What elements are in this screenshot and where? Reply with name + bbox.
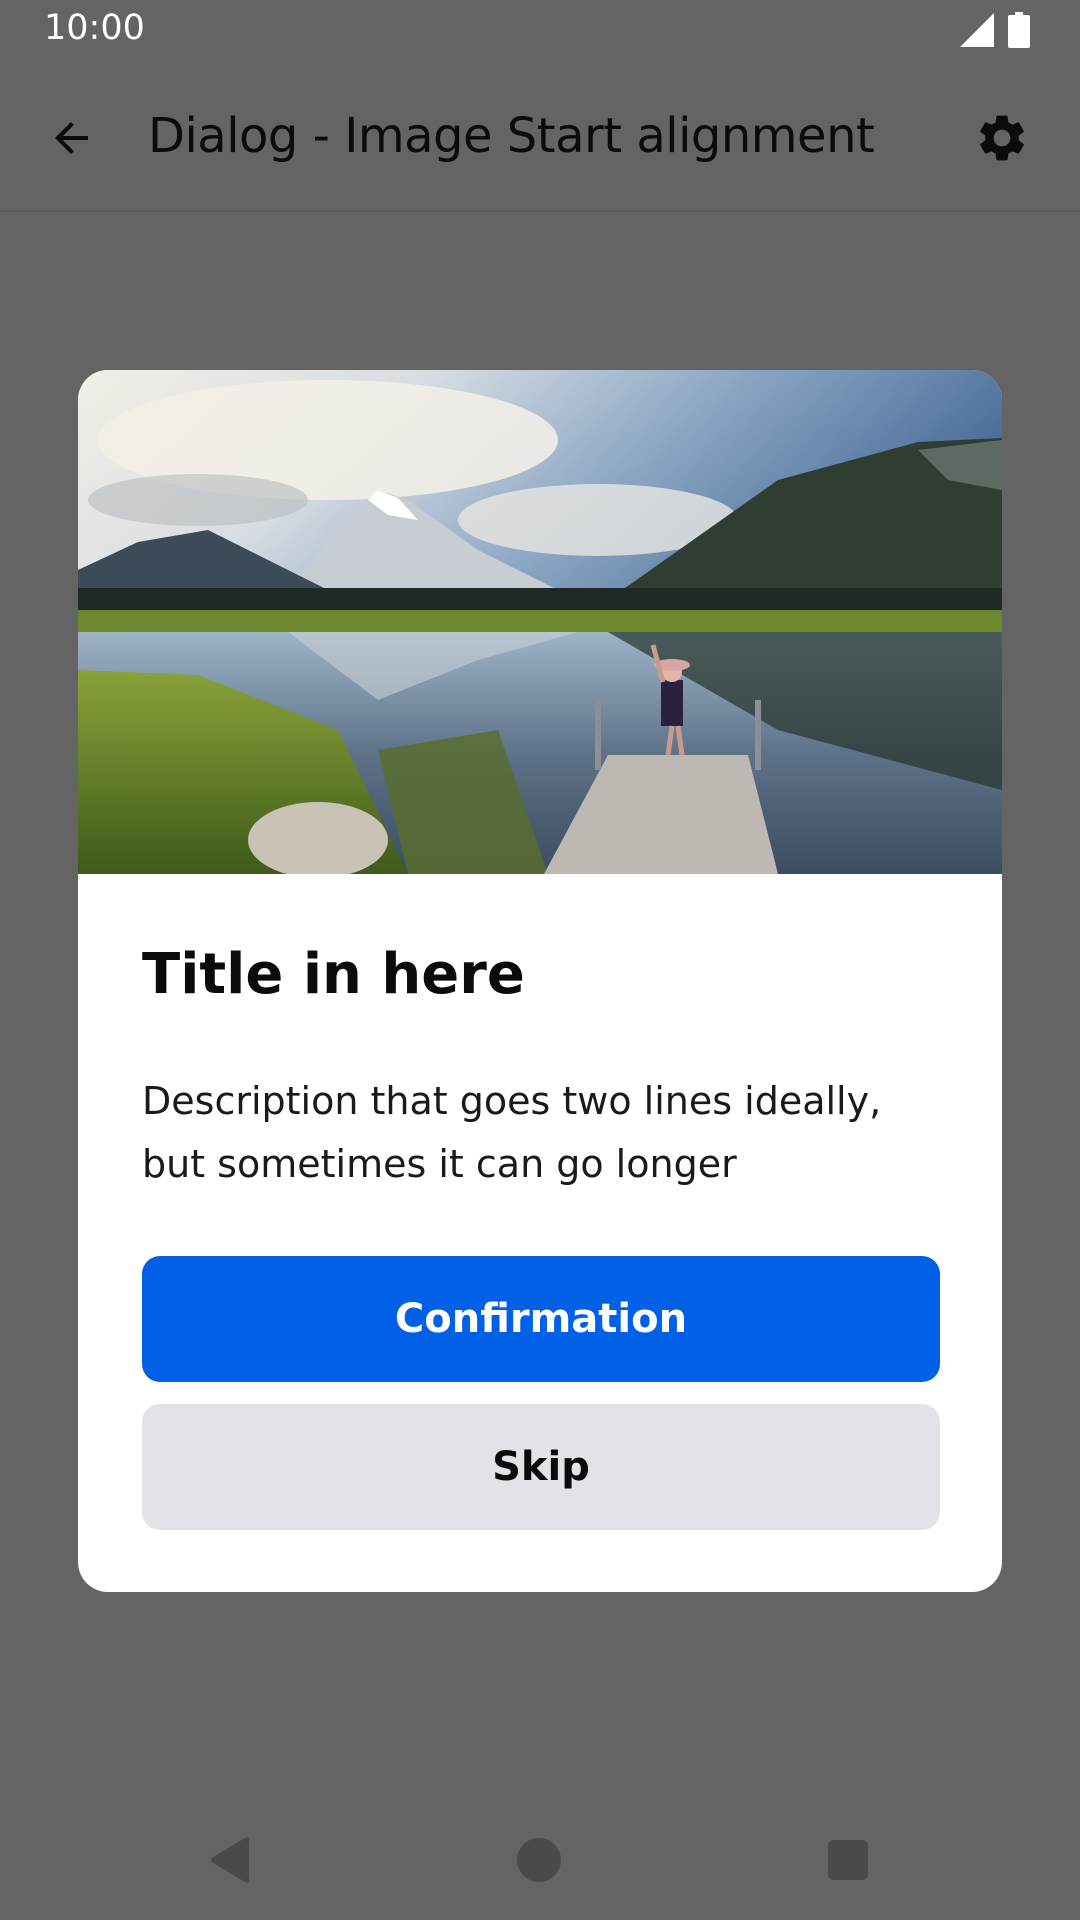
dialog-title: Title in here bbox=[142, 942, 525, 1007]
arrow-left-icon bbox=[55, 122, 88, 154]
nav-back-button[interactable] bbox=[200, 1830, 260, 1890]
nav-home-button[interactable] bbox=[509, 1830, 569, 1890]
status-bar: 10:00 bbox=[0, 0, 1080, 62]
gear-icon bbox=[980, 115, 1024, 161]
nav-recents-icon bbox=[828, 1840, 868, 1880]
system-nav-bar bbox=[0, 1800, 1080, 1920]
status-time: 10:00 bbox=[44, 8, 145, 48]
dialog: Title in here Description that goes two … bbox=[78, 370, 1002, 1592]
nav-home-icon bbox=[517, 1838, 561, 1882]
page-title: Dialog - Image Start alignment bbox=[148, 108, 875, 164]
settings-button[interactable] bbox=[968, 104, 1036, 172]
nav-recents-button[interactable] bbox=[818, 1830, 878, 1890]
status-icons bbox=[960, 12, 1030, 48]
confirmation-button[interactable]: Confirmation bbox=[142, 1256, 940, 1382]
battery-icon bbox=[1008, 12, 1030, 48]
lake-landscape-image bbox=[78, 370, 1002, 874]
cell-signal-icon bbox=[960, 13, 994, 47]
app-toolbar: Dialog - Image Start alignment bbox=[0, 62, 1080, 212]
skip-button[interactable]: Skip bbox=[142, 1404, 940, 1530]
back-button[interactable] bbox=[40, 106, 104, 170]
nav-back-icon bbox=[211, 1837, 249, 1883]
dialog-description: Description that goes two lines ideally,… bbox=[142, 1079, 882, 1186]
